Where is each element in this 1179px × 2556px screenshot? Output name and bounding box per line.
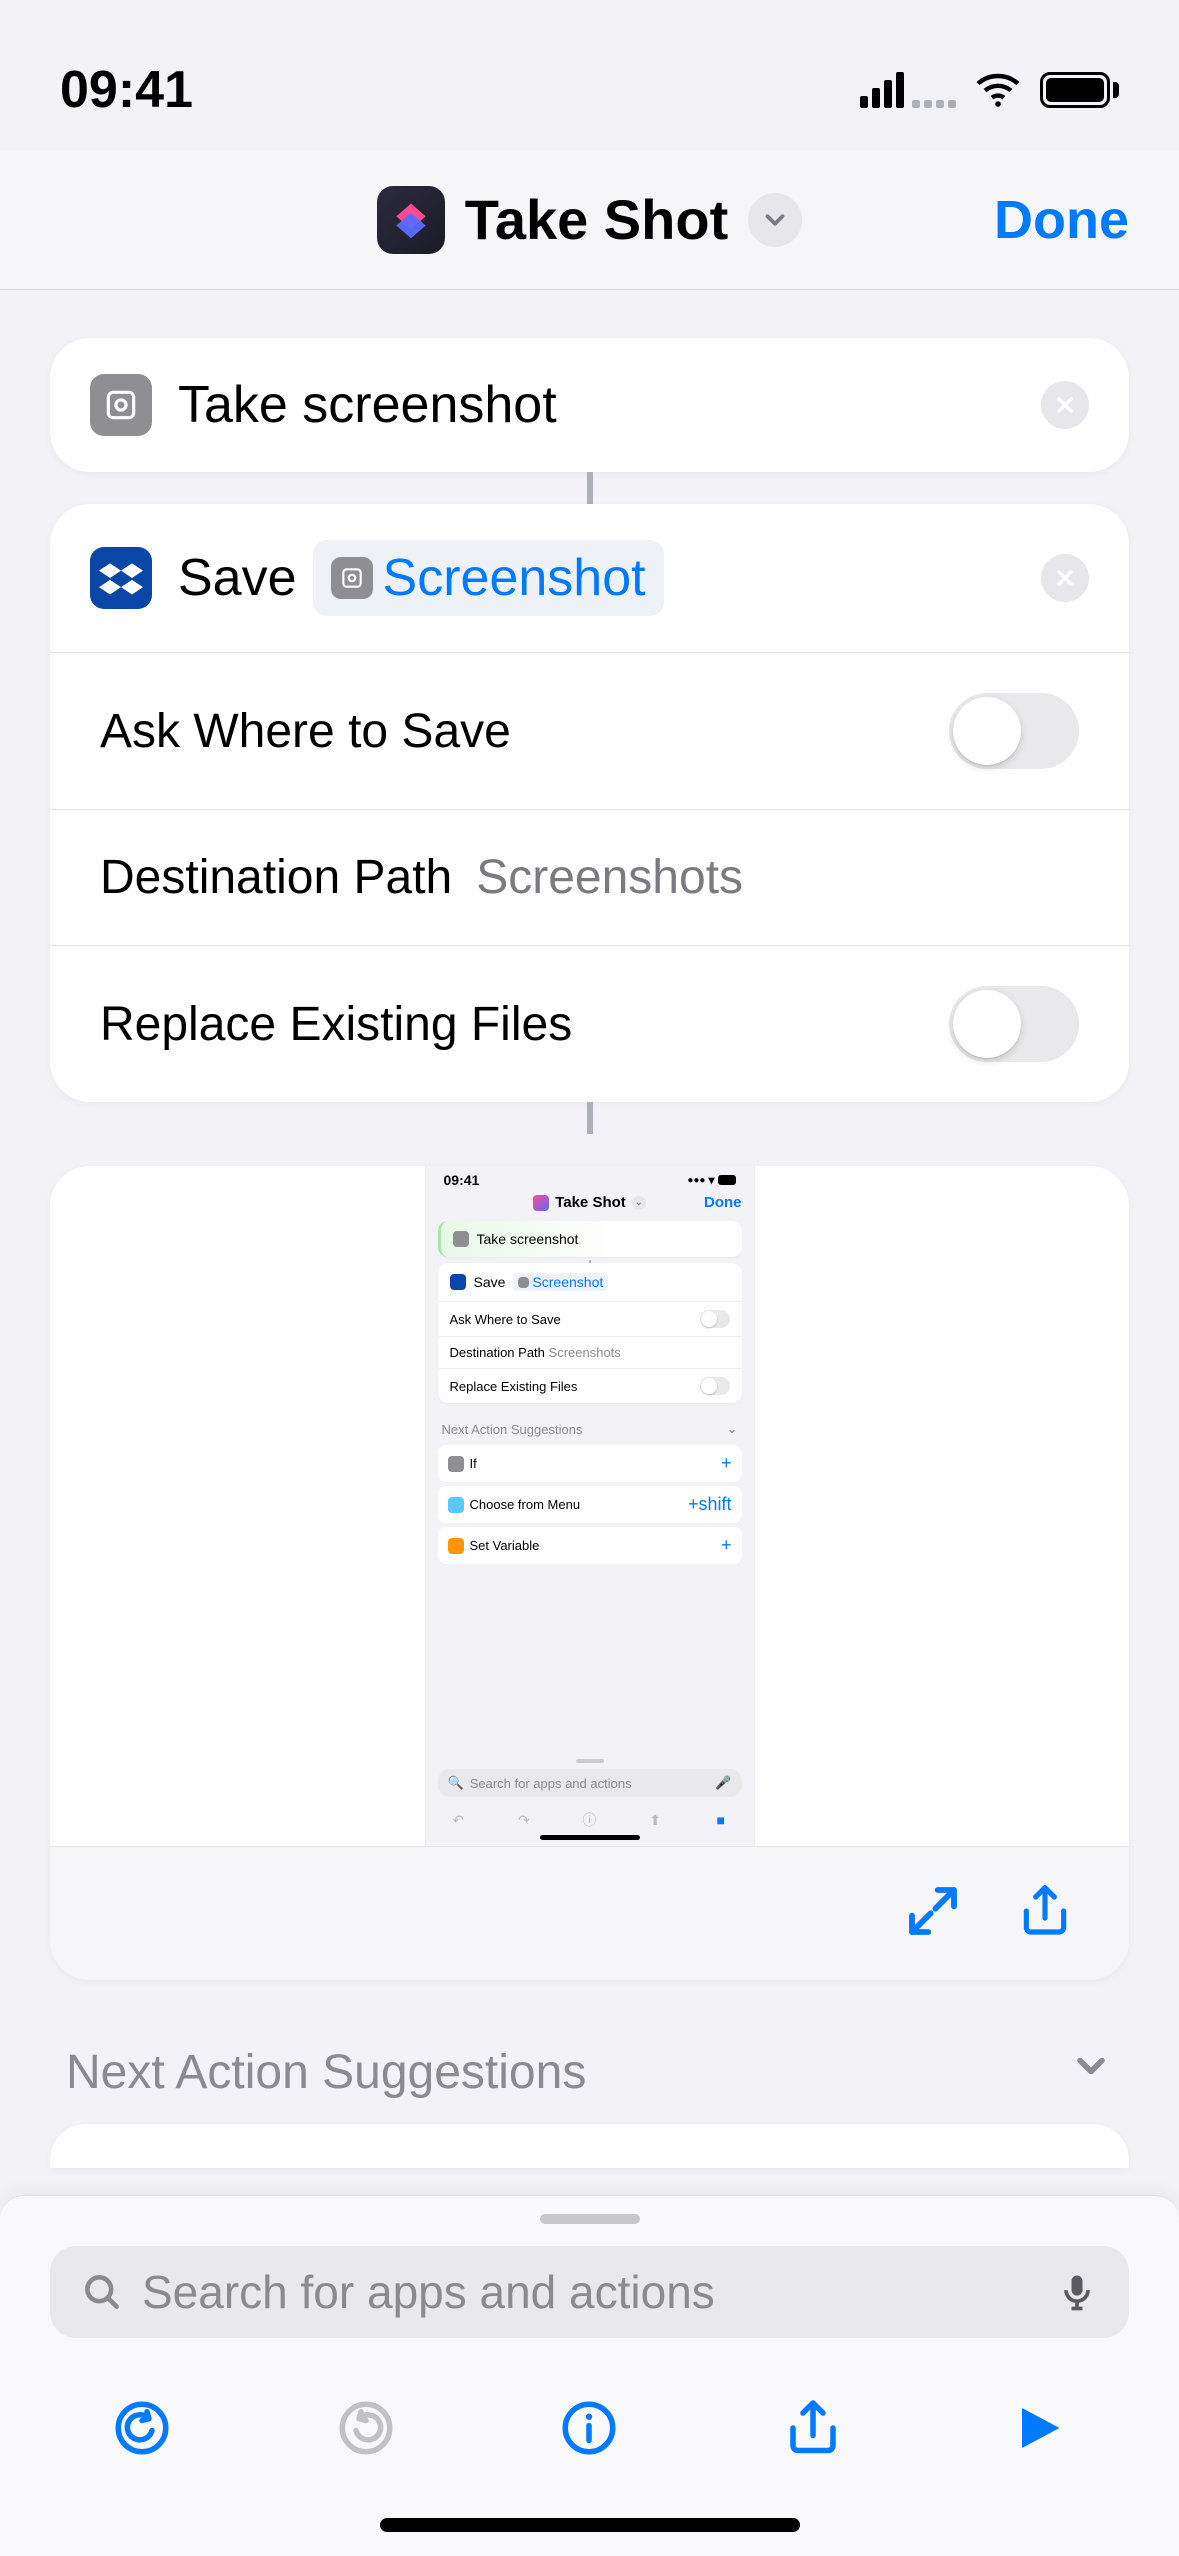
shortcut-title[interactable]: Take Shot [465,187,728,252]
replace-existing-toggle[interactable] [949,986,1079,1062]
remove-action-button[interactable] [1041,554,1089,602]
dropbox-icon [90,547,152,609]
option-label: Replace Existing Files [100,997,572,1052]
bottom-toolbar [0,2338,1179,2496]
mini-time: 09:41 [444,1172,480,1188]
search-placeholder: Search for apps and actions [142,2265,1037,2319]
remove-action-button[interactable] [1041,381,1089,429]
action-save-file[interactable]: Save Screenshot Ask Where to Save Destin… [50,504,1129,1102]
screenshot-icon [90,374,152,436]
status-icons [860,66,1119,114]
mini-row: Take screenshot [477,1231,579,1247]
mini-opt-val: Screenshots [549,1345,621,1360]
next-action-suggestions-header[interactable]: Next Action Suggestions [50,1980,1129,2124]
mini-opt: Replace Existing Files [450,1379,578,1394]
action-search-sheet: Search for apps and actions [0,2195,1179,2556]
action-title: Take screenshot [178,375,1015,435]
share-preview-button[interactable] [1017,1883,1073,1944]
option-value: Screenshots [476,850,743,905]
search-icon [80,2270,124,2314]
status-time: 09:41 [60,60,193,120]
info-button[interactable] [551,2390,627,2466]
share-button[interactable] [775,2390,851,2466]
mini-token: Screenshot [532,1274,603,1290]
wifi-icon [974,66,1022,114]
mini-sugg-item: Choose from Menu [470,1497,581,1512]
action-connector [587,472,593,504]
run-button[interactable] [999,2390,1075,2466]
workflow-canvas: Take screenshot Save Screenshot [0,290,1179,2168]
mini-opt: Destination Path [450,1345,545,1360]
chevron-down-icon [1069,2044,1113,2100]
option-ask-where-to-save: Ask Where to Save [50,652,1129,809]
shortcuts-app-icon[interactable] [377,186,445,254]
option-label: Destination Path [100,850,452,905]
mini-title: Take Shot [555,1194,626,1211]
preview-thumbnail[interactable]: 09:41 ●●● ▾ Take Shot ⌄ Done Take screen… [50,1166,1129,1846]
screenshot-icon [331,557,373,599]
suggestions-title: Next Action Suggestions [66,2045,586,2100]
cellular-signal-icon [860,72,904,108]
undo-button[interactable] [104,2390,180,2466]
mini-sugg-item: If [470,1456,477,1471]
mini-opt: Ask Where to Save [450,1312,561,1327]
home-indicator[interactable] [380,2518,800,2532]
mini-done: Done [704,1194,742,1211]
result-preview-card: 09:41 ●●● ▾ Take Shot ⌄ Done Take screen… [50,1166,1129,1980]
save-label: Save [178,548,297,608]
shortcut-options-chevron[interactable] [748,193,802,247]
mini-row: Save [474,1274,506,1290]
battery-icon [1040,72,1119,108]
option-replace-existing: Replace Existing Files [50,945,1129,1102]
sheet-grabber[interactable] [540,2214,640,2224]
nav-header: Take Shot Done [0,150,1179,290]
mini-sugg-header: Next Action Suggestions [442,1422,583,1437]
action-connector [587,1102,593,1134]
mini-sugg-item: Set Variable [470,1538,540,1553]
done-button[interactable]: Done [994,189,1129,251]
mini-search: Search for apps and actions [470,1776,632,1791]
option-label: Ask Where to Save [100,704,511,759]
suggestion-item-peek[interactable] [50,2124,1129,2168]
redo-button[interactable] [328,2390,404,2466]
status-bar: 09:41 [0,0,1179,150]
dictation-icon[interactable] [1055,2270,1099,2314]
action-title: Save Screenshot [178,540,1015,616]
action-take-screenshot[interactable]: Take screenshot [50,338,1129,472]
token-text: Screenshot [383,548,646,608]
search-input[interactable]: Search for apps and actions [50,2246,1129,2338]
variable-token[interactable]: Screenshot [313,540,664,616]
expand-preview-button[interactable] [905,1883,961,1944]
ask-where-toggle[interactable] [949,693,1079,769]
option-destination-path[interactable]: Destination Path Screenshots [50,809,1129,945]
